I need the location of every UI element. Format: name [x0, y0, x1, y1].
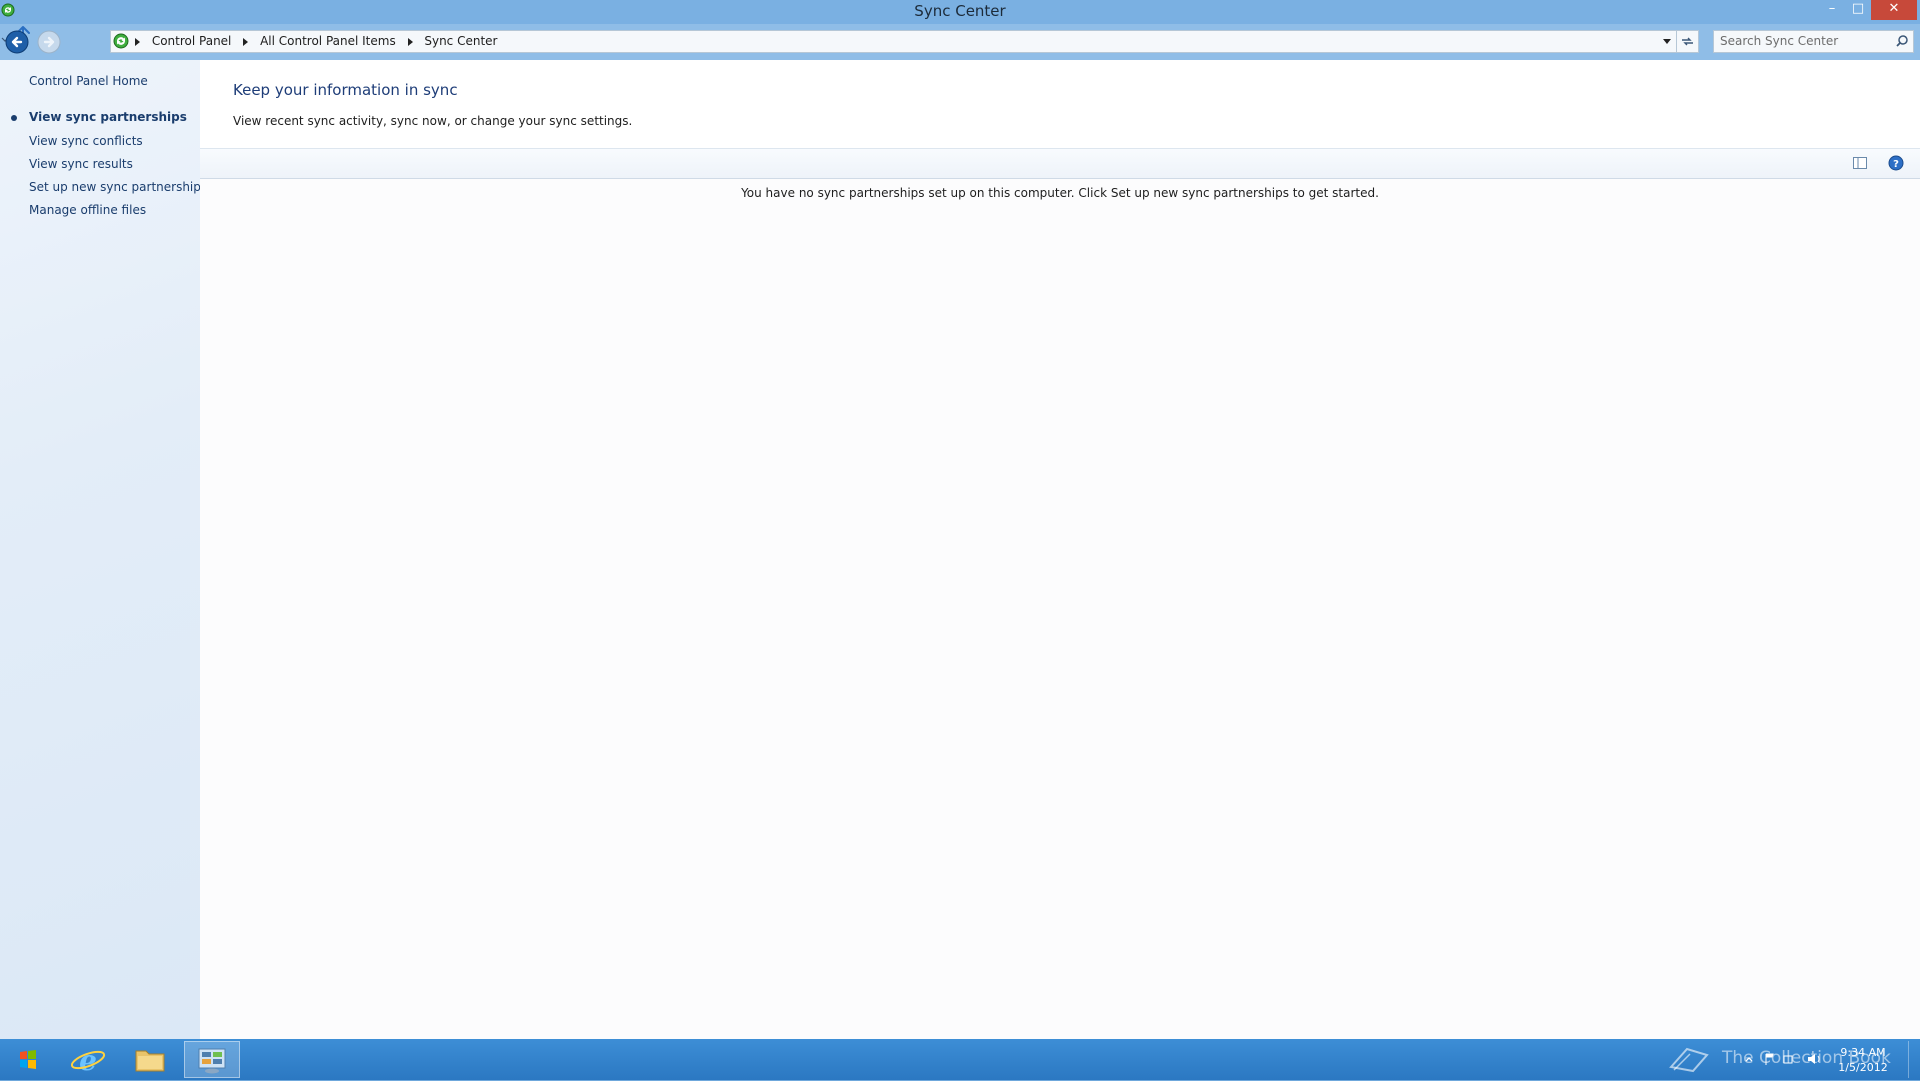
change-view-icon[interactable]: [1852, 155, 1868, 171]
back-icon[interactable]: [4, 29, 30, 55]
taskbar-internet-explorer[interactable]: e: [60, 1041, 116, 1078]
breadcrumb-all-control-panel-items[interactable]: All Control Panel Items: [260, 34, 396, 48]
breadcrumb: Control Panel All Control Panel Items Sy…: [135, 31, 497, 52]
taskbar: e The Collection Book 9:34 AM 1/5/2012: [0, 1039, 1920, 1080]
view-sync-results-link[interactable]: View sync results: [29, 157, 133, 171]
breadcrumb-separator-icon[interactable]: [243, 37, 249, 46]
control-panel-icon: [113, 33, 129, 49]
task-pane: Control Panel Home View sync partnership…: [0, 60, 207, 1039]
search-input[interactable]: Search Sync Center: [1713, 30, 1914, 53]
book-logo-icon: [1669, 1047, 1709, 1073]
taskbar-file-explorer[interactable]: [122, 1041, 178, 1078]
help-icon[interactable]: ?: [1888, 155, 1904, 171]
system-tray[interactable]: [1740, 1051, 1840, 1067]
page-title: Keep your information in sync: [233, 81, 458, 99]
search-icon[interactable]: [1895, 34, 1909, 48]
address-dropdown-icon[interactable]: [1663, 39, 1671, 44]
refresh-icon: [1682, 37, 1693, 46]
main-content: Keep your information in sync View recen…: [200, 60, 1920, 1039]
address-bar[interactable]: Control Panel All Control Panel Items Sy…: [110, 30, 1680, 53]
minimize-button[interactable]: –: [1819, 0, 1845, 20]
title-bar: Sync Center – □ ✕: [0, 0, 1920, 24]
breadcrumb-separator-icon[interactable]: [407, 37, 413, 46]
breadcrumb-separator-icon[interactable]: [135, 37, 140, 46]
maximize-button[interactable]: □: [1845, 0, 1871, 20]
breadcrumb-sync-center[interactable]: Sync Center: [424, 34, 497, 48]
volume-icon: [1808, 1054, 1815, 1064]
svg-text:?: ?: [1893, 159, 1899, 170]
show-hidden-icons-icon: [1745, 1057, 1753, 1062]
control-panel-home-link[interactable]: Control Panel Home: [29, 74, 148, 88]
windows-start-icon[interactable]: [4, 1043, 52, 1077]
clock-time: 9:34 AM: [1840, 1046, 1886, 1059]
network-icon: [1783, 1055, 1793, 1064]
control-panel-app-icon: [198, 1048, 226, 1074]
view-sync-conflicts-link[interactable]: View sync conflicts: [29, 134, 143, 148]
svg-text:e: e: [79, 1044, 97, 1077]
active-bullet-icon: [11, 115, 17, 121]
refresh-button[interactable]: [1676, 30, 1699, 53]
view-sync-partnerships-link[interactable]: View sync partnerships: [29, 110, 187, 124]
close-button[interactable]: ✕: [1871, 0, 1917, 20]
window-title: Sync Center: [914, 2, 1006, 20]
empty-state-message: You have no sync partnerships set up on …: [741, 186, 1379, 200]
command-bar: ?: [200, 148, 1920, 179]
show-desktop-button[interactable]: [1908, 1041, 1919, 1078]
clock[interactable]: 9:34 AM 1/5/2012: [1828, 1045, 1898, 1075]
set-up-new-sync-partnerships-link[interactable]: Set up new sync partnerships: [29, 180, 207, 194]
manage-offline-files-link[interactable]: Manage offline files: [29, 203, 146, 217]
navigation-bar: Control Panel All Control Panel Items Sy…: [0, 24, 1920, 60]
taskbar-control-panel[interactable]: [184, 1041, 240, 1078]
page-description: View recent sync activity, sync now, or …: [233, 114, 633, 128]
breadcrumb-control-panel[interactable]: Control Panel: [152, 34, 232, 48]
action-center-flag-icon: [1765, 1053, 1774, 1065]
partnerships-list[interactable]: You have no sync partnerships set up on …: [200, 179, 1920, 1039]
forward-icon[interactable]: [36, 29, 62, 55]
clock-date: 1/5/2012: [1838, 1061, 1888, 1074]
folder-icon: [135, 1050, 165, 1072]
internet-explorer-icon: e: [70, 1044, 106, 1077]
